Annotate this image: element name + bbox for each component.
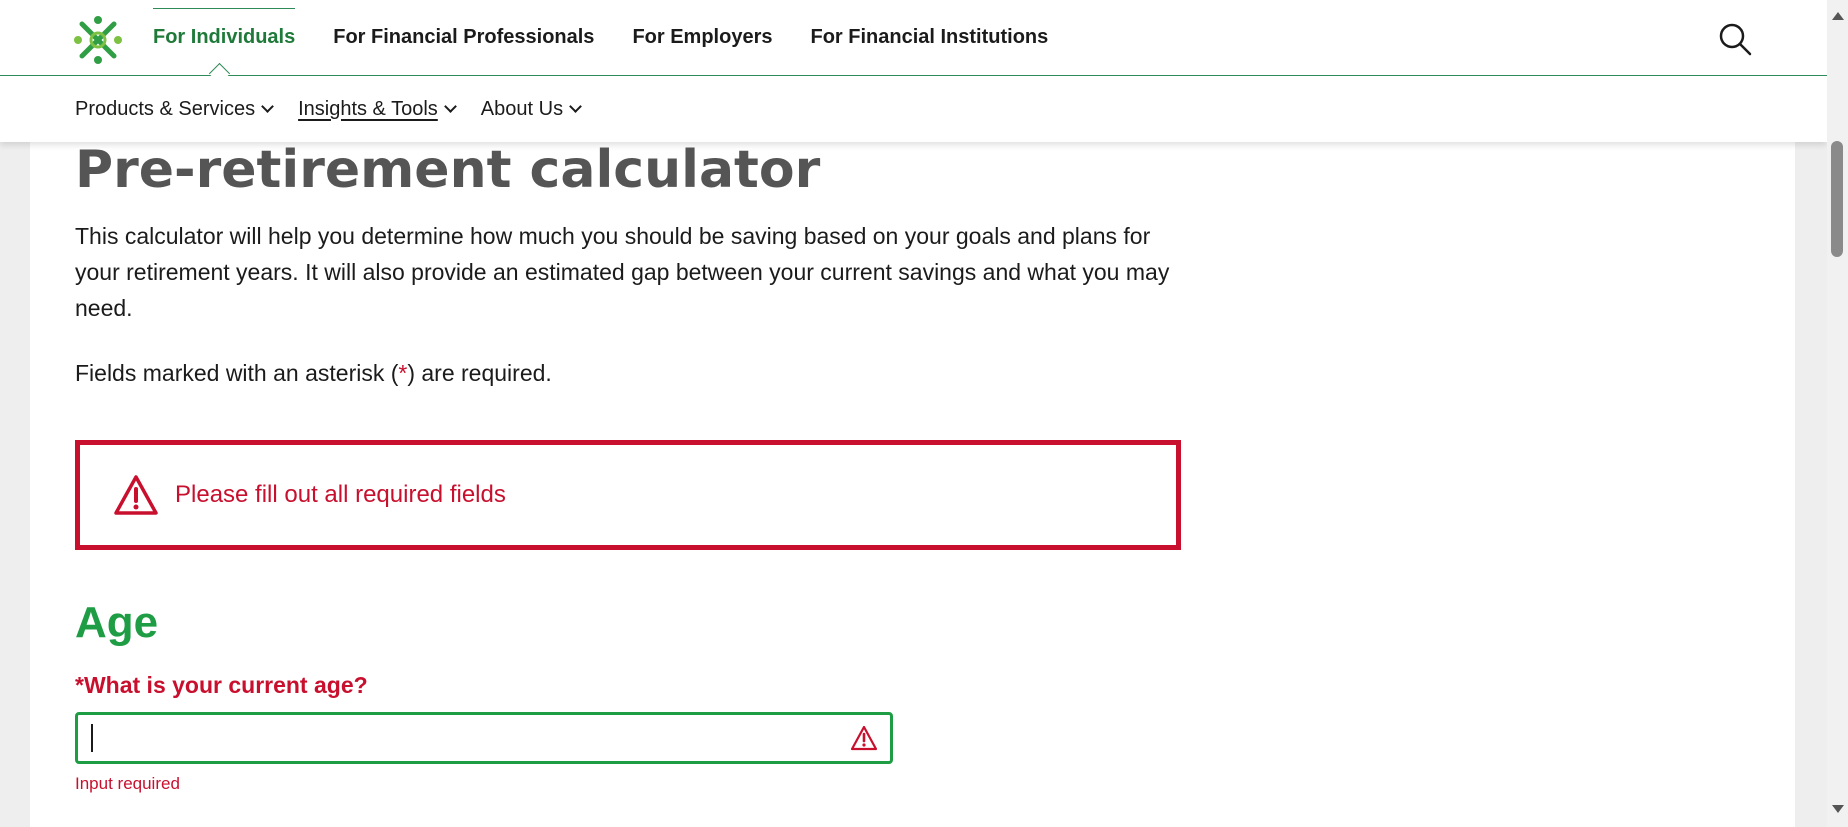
nav-insights-tools-label: Insights & Tools bbox=[298, 97, 438, 120]
nav-about-us-label: About Us bbox=[480, 97, 564, 120]
chevron-down-icon bbox=[569, 100, 582, 113]
page-title: Pre-retirement calculator bbox=[75, 140, 821, 200]
search-icon[interactable] bbox=[1718, 22, 1752, 56]
main-content: Pre-retirement calculator This calculato… bbox=[30, 140, 1795, 827]
secondary-nav: Products & Services Insights & Tools Abo… bbox=[0, 76, 1827, 142]
audience-bar: For Individuals For Financial Profession… bbox=[0, 0, 1827, 76]
section-title-age: Age bbox=[75, 598, 159, 647]
scroll-thumb[interactable] bbox=[1831, 141, 1843, 257]
logo-icon[interactable] bbox=[72, 16, 124, 64]
tab-for-financial-professionals[interactable]: For Financial Professionals bbox=[333, 26, 594, 49]
input-required-message: Input required bbox=[75, 774, 180, 793]
error-banner-text: Please fill out all required fields bbox=[175, 481, 506, 508]
scroll-up-arrow-icon[interactable] bbox=[1832, 12, 1844, 20]
nav-about-us[interactable]: About Us bbox=[480, 97, 582, 121]
scrollbar[interactable] bbox=[1827, 0, 1848, 827]
page: For Individuals For Financial Profession… bbox=[0, 0, 1848, 827]
error-banner: Please fill out all required fields bbox=[75, 440, 1181, 550]
secondary-nav-items: Products & Services Insights & Tools Abo… bbox=[75, 76, 606, 142]
tab-for-financial-institutions[interactable]: For Financial Institutions bbox=[810, 26, 1048, 49]
current-age-label: *What is your current age? bbox=[75, 672, 368, 698]
nav-products-services[interactable]: Products & Services bbox=[75, 97, 274, 121]
audience-tabs: For Individuals For Financial Profession… bbox=[153, 0, 1086, 75]
intro-text: This calculator will help you determine … bbox=[75, 223, 1170, 321]
tab-for-individuals[interactable]: For Individuals bbox=[153, 8, 296, 49]
chevron-down-icon bbox=[261, 100, 274, 113]
nav-insights-tools[interactable]: Insights & Tools bbox=[298, 97, 457, 121]
text-caret bbox=[91, 724, 93, 752]
warning-icon bbox=[114, 475, 158, 515]
required-note-prefix: Fields marked with an asterisk ( bbox=[75, 360, 399, 386]
asterisk-marker: * bbox=[398, 360, 408, 386]
warning-icon bbox=[850, 725, 878, 751]
required-note-suffix: ) are required. bbox=[407, 360, 552, 386]
current-age-input[interactable] bbox=[78, 715, 838, 761]
current-age-field bbox=[75, 712, 893, 764]
tab-for-employers[interactable]: For Employers bbox=[632, 26, 772, 49]
required-fields-note: Fields marked with an asterisk (*) are r… bbox=[75, 360, 552, 387]
scroll-down-arrow-icon[interactable] bbox=[1832, 805, 1844, 813]
chevron-down-icon bbox=[443, 100, 457, 113]
nav-products-services-label: Products & Services bbox=[75, 97, 256, 120]
